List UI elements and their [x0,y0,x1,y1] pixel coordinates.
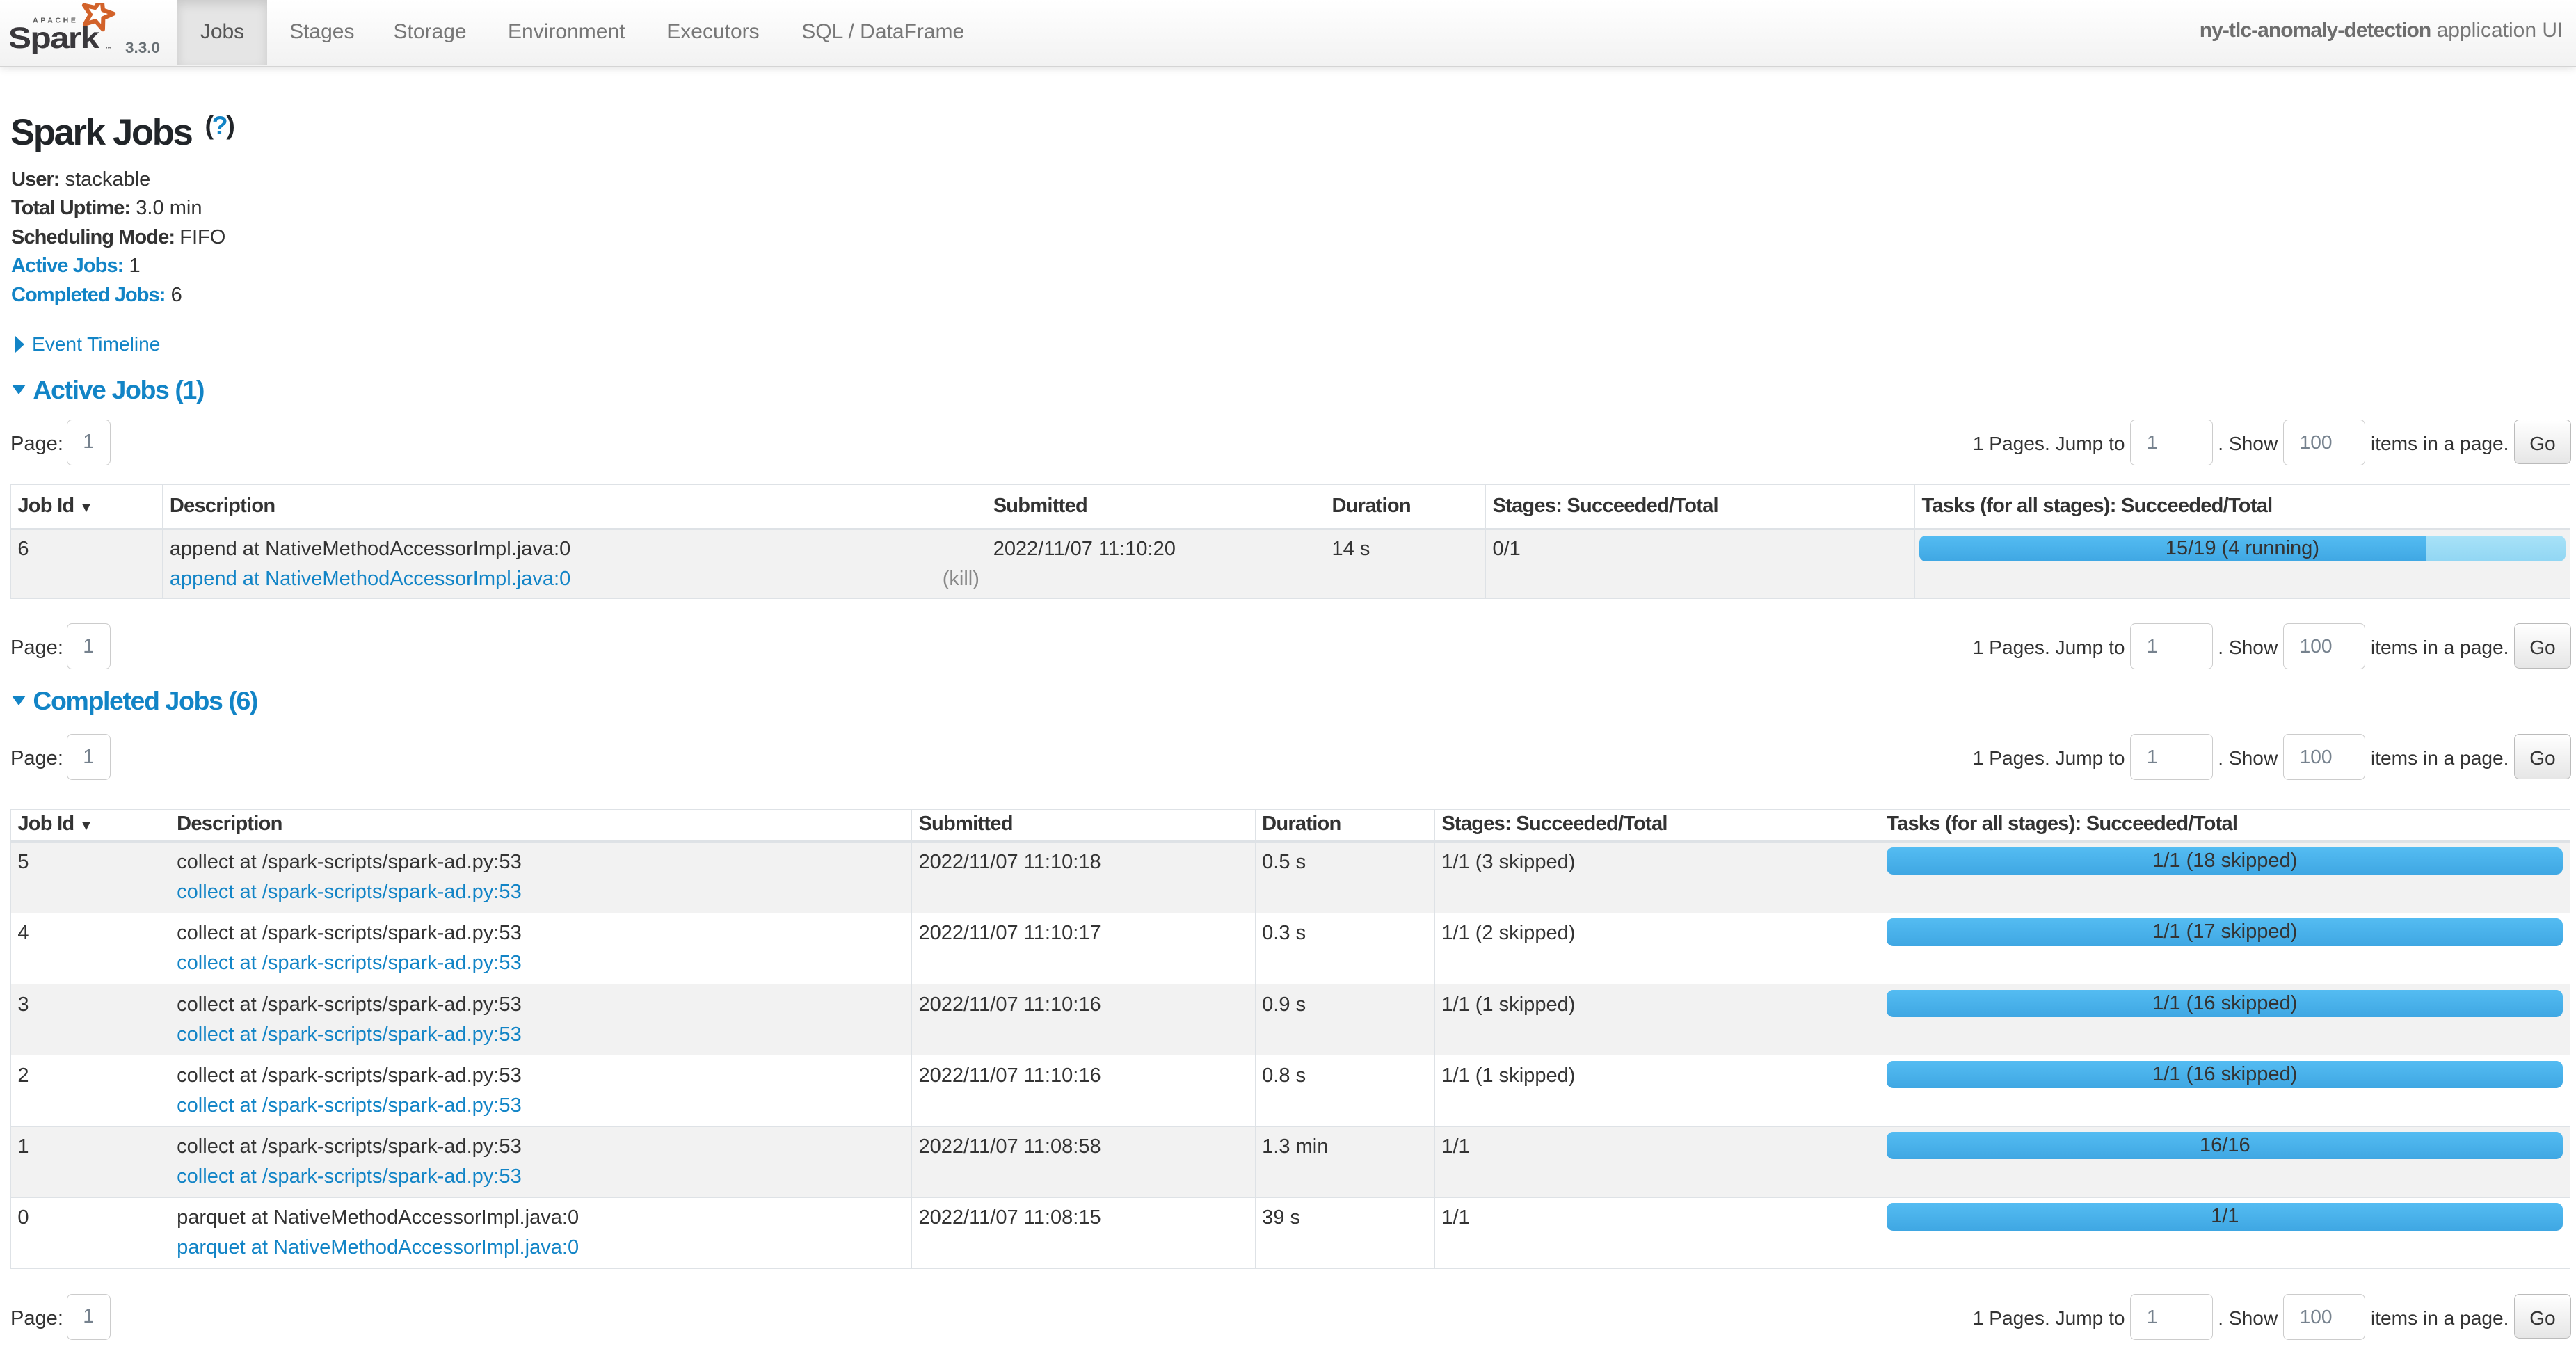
svg-text:™: ™ [106,45,111,51]
svg-text:Spark: Spark [10,21,99,54]
